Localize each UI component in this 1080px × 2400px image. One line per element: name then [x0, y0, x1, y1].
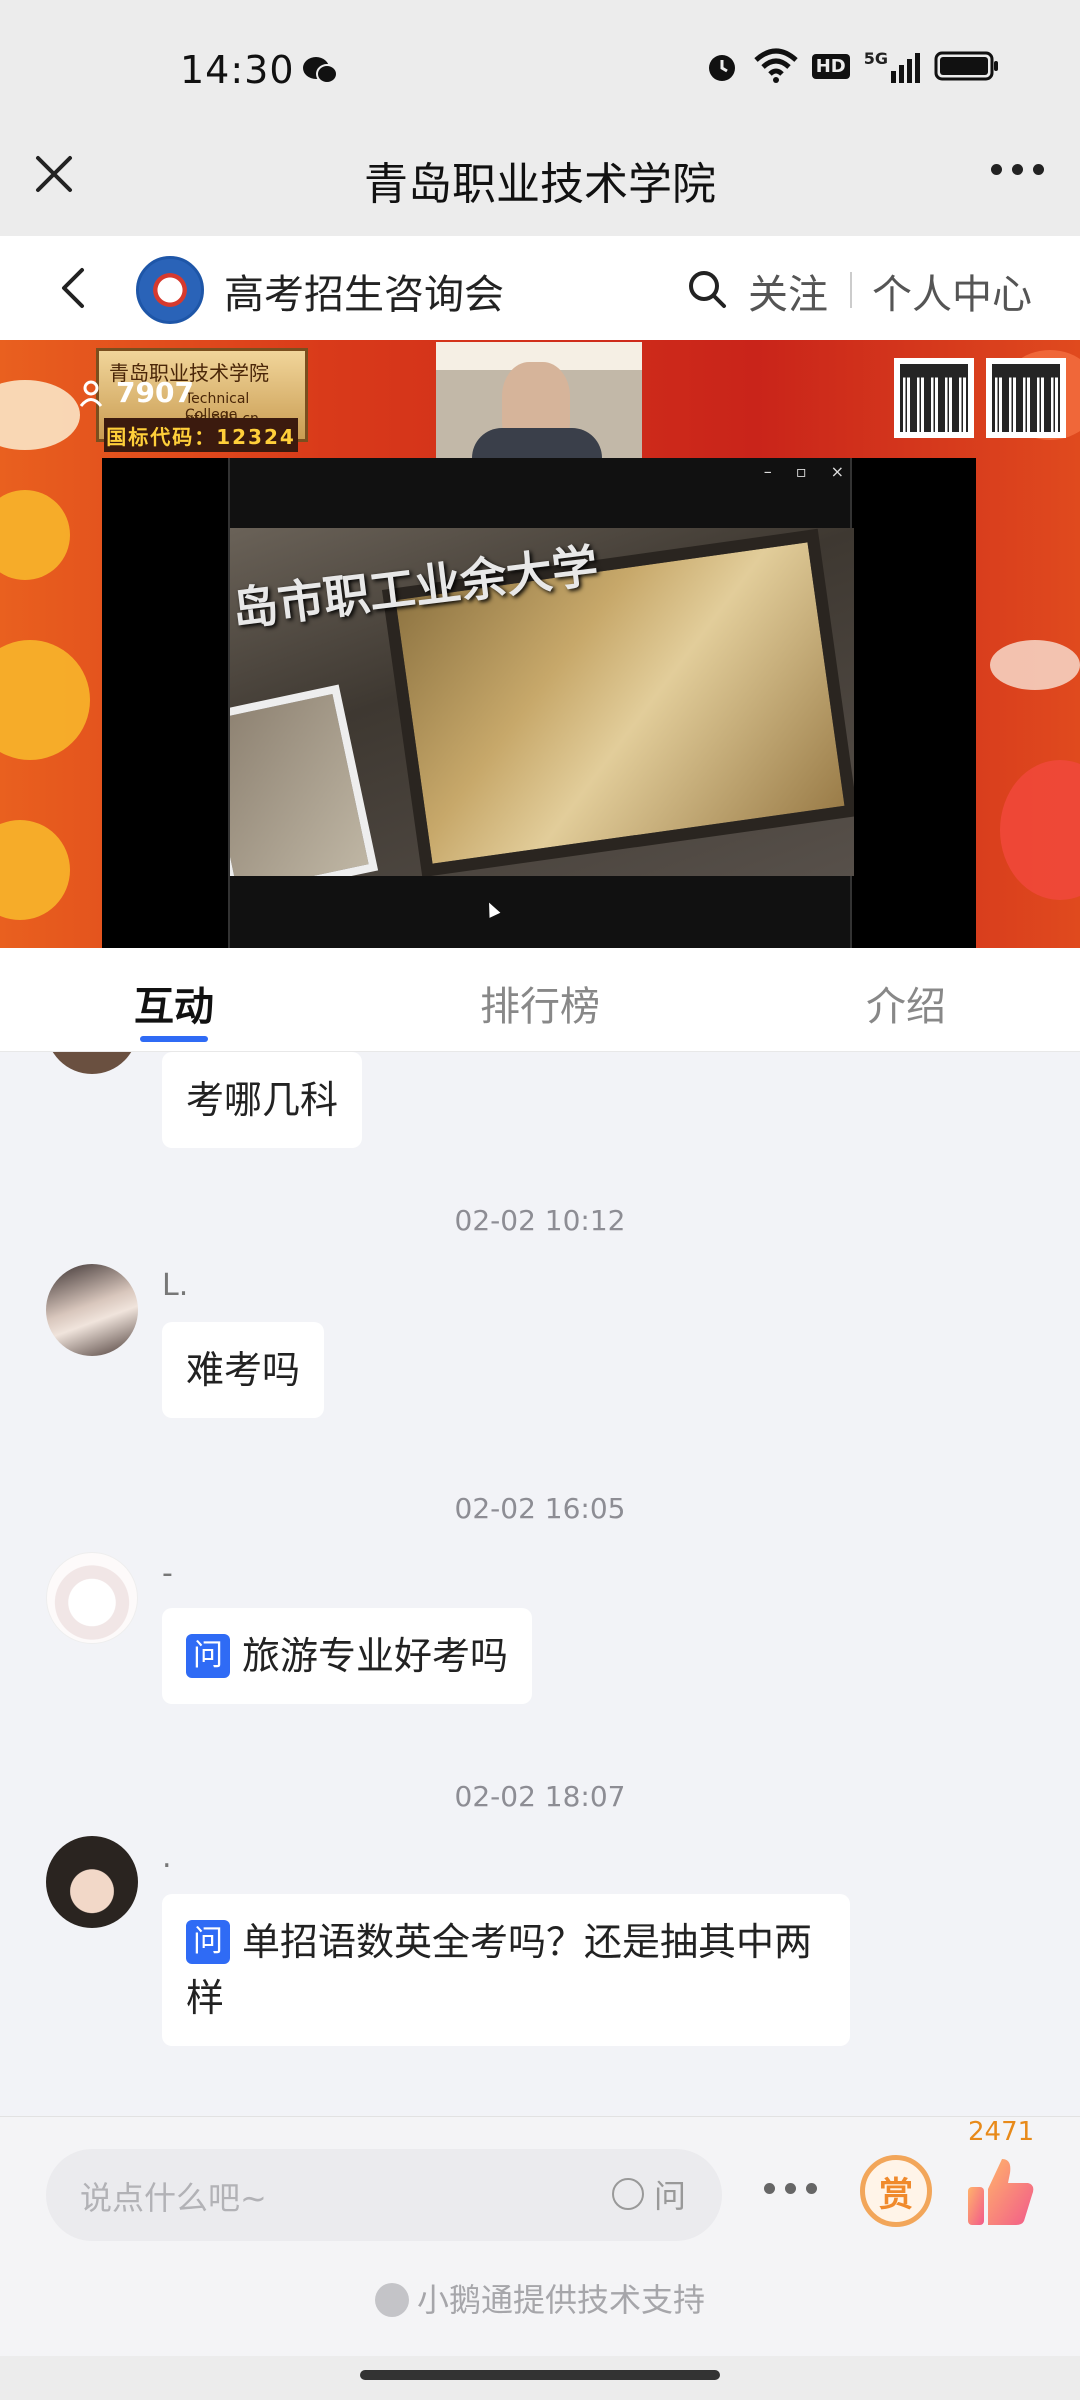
page-title: 青岛职业技术学院 — [364, 159, 716, 210]
building-photo — [230, 684, 379, 876]
presentation-slide: 岛市职工业余大学 — [230, 528, 854, 876]
presenter-camera — [436, 342, 642, 458]
alarm-icon — [708, 55, 735, 81]
chat-message: 难考吗 — [162, 1322, 325, 1418]
qr-code — [894, 358, 974, 438]
dot-icon — [764, 2183, 775, 2194]
minimize-icon: – — [763, 462, 772, 481]
viewer-icon — [80, 380, 103, 407]
question-badge: 问 — [186, 1920, 230, 1964]
search-icon[interactable] — [686, 268, 728, 310]
qr-code — [986, 358, 1066, 438]
message-text: 难考吗 — [186, 1348, 301, 1392]
decor-cloud — [0, 380, 80, 450]
dot-icon — [785, 2183, 796, 2194]
tab-bar: 互动 排行榜 介绍 — [0, 948, 1080, 1052]
status-time: 14:30 — [180, 48, 295, 92]
chat-message: 问单招语数英全考吗？还是抽其中两样 — [162, 1894, 850, 2046]
more-options-button[interactable] — [991, 164, 1044, 175]
wechat-icon — [303, 57, 338, 84]
network-label: 5G — [863, 49, 888, 68]
hd-icon: HD — [811, 53, 850, 79]
mouse-cursor-icon — [483, 900, 501, 918]
avatar[interactable] — [46, 1052, 138, 1074]
question-toggle[interactable]: 问 — [611, 2171, 686, 2217]
decor-cloud — [1000, 760, 1080, 900]
bottom-input-bar: 说点什么吧~ 问 赏 2471 小鹅通提供技术支持 — [0, 2116, 1080, 2356]
battery-icon — [934, 51, 998, 81]
status-bar: 14:30 HD 5G — [0, 0, 1080, 140]
user-nickname: L. — [162, 1268, 189, 1303]
xiaoetong-logo-icon — [374, 2283, 409, 2317]
avatar[interactable] — [46, 1836, 138, 1928]
chat-message: 考哪几科 — [162, 1052, 363, 1148]
radio-icon — [611, 2178, 644, 2210]
viewer-count: 7907 — [116, 376, 194, 409]
thumbs-up-icon[interactable] — [966, 2153, 1036, 2229]
question-toggle-label: 问 — [653, 2177, 686, 2215]
avatar[interactable] — [46, 1552, 138, 1644]
screen-share-window: – ▫ × 岛市职工业余大学 — [102, 458, 976, 948]
follow-button[interactable]: 关注 — [748, 262, 828, 320]
channel-name[interactable]: 高考招生咨询会 — [224, 262, 504, 320]
like-count: 2471 — [968, 2117, 1035, 2147]
message-text: 考哪几科 — [186, 1078, 339, 1122]
dot-icon — [806, 2183, 817, 2194]
maximize-icon: ▫ — [795, 462, 807, 481]
tab-interaction[interactable]: 互动 — [134, 974, 214, 1032]
active-tab-indicator — [140, 1036, 208, 1042]
5g-signal-icon: 5G — [864, 49, 920, 83]
comment-input[interactable]: 说点什么吧~ 问 — [46, 2149, 722, 2241]
channel-header: 高考招生咨询会 关注 个人中心 — [0, 236, 1080, 340]
powered-by-label: 小鹅通提供技术支持 — [416, 2281, 705, 2319]
more-actions-button[interactable] — [764, 2183, 817, 2194]
tab-ranking[interactable]: 排行榜 — [480, 974, 600, 1032]
back-arrow-icon[interactable] — [54, 264, 94, 312]
national-code-label: 国标代码：12324 — [104, 418, 298, 452]
channel-logo[interactable] — [136, 256, 204, 324]
avatar[interactable] — [46, 1264, 138, 1356]
shared-screen: – ▫ × 岛市职工业余大学 — [228, 458, 854, 948]
powered-by-text: 小鹅通提供技术支持 — [0, 2275, 1080, 2321]
chat-list[interactable]: 考哪几科 02-02 10:12 L. 难考吗 02-02 16:05 - 问旅… — [0, 1052, 1080, 2116]
window-controls: – ▫ × — [764, 462, 844, 481]
divider — [850, 272, 852, 308]
decor-cloud — [0, 820, 70, 920]
message-text: 单招语数英全考吗？还是抽其中两样 — [186, 1920, 813, 2020]
user-nickname: - — [162, 1556, 173, 1591]
message-text: 旅游专业好考吗 — [242, 1634, 509, 1678]
tab-introduction[interactable]: 介绍 — [866, 974, 946, 1032]
question-badge: 问 — [186, 1634, 230, 1678]
chat-message: 问旅游专业好考吗 — [162, 1608, 533, 1704]
decor-cloud — [990, 640, 1080, 690]
wifi-icon — [754, 48, 798, 83]
message-timestamp: 02-02 16:05 — [454, 1492, 626, 1525]
close-window-icon: × — [830, 462, 844, 481]
user-nickname: . — [162, 1840, 172, 1875]
dot-icon — [1033, 164, 1044, 175]
decor-cloud — [0, 640, 90, 760]
reward-button[interactable]: 赏 — [860, 2155, 932, 2227]
input-placeholder: 说点什么吧~ — [80, 2179, 267, 2217]
decor-cloud — [0, 490, 70, 580]
message-timestamp: 02-02 10:12 — [454, 1204, 626, 1237]
status-icons: HD 5G — [704, 48, 1000, 84]
message-timestamp: 02-02 18:07 — [454, 1780, 626, 1813]
live-video-player[interactable]: 青岛职业技术学院 Technical College qtc.edu.cn 79… — [0, 340, 1080, 948]
viewer-count-badge: 7907 — [80, 376, 194, 409]
title-bar: 青岛职业技术学院 — [0, 140, 1080, 236]
profile-center-button[interactable]: 个人中心 — [872, 262, 1032, 320]
system-nav-bar — [0, 2356, 1080, 2400]
dot-icon — [991, 164, 1002, 175]
home-indicator[interactable] — [360, 2370, 720, 2380]
dot-icon — [1012, 164, 1023, 175]
